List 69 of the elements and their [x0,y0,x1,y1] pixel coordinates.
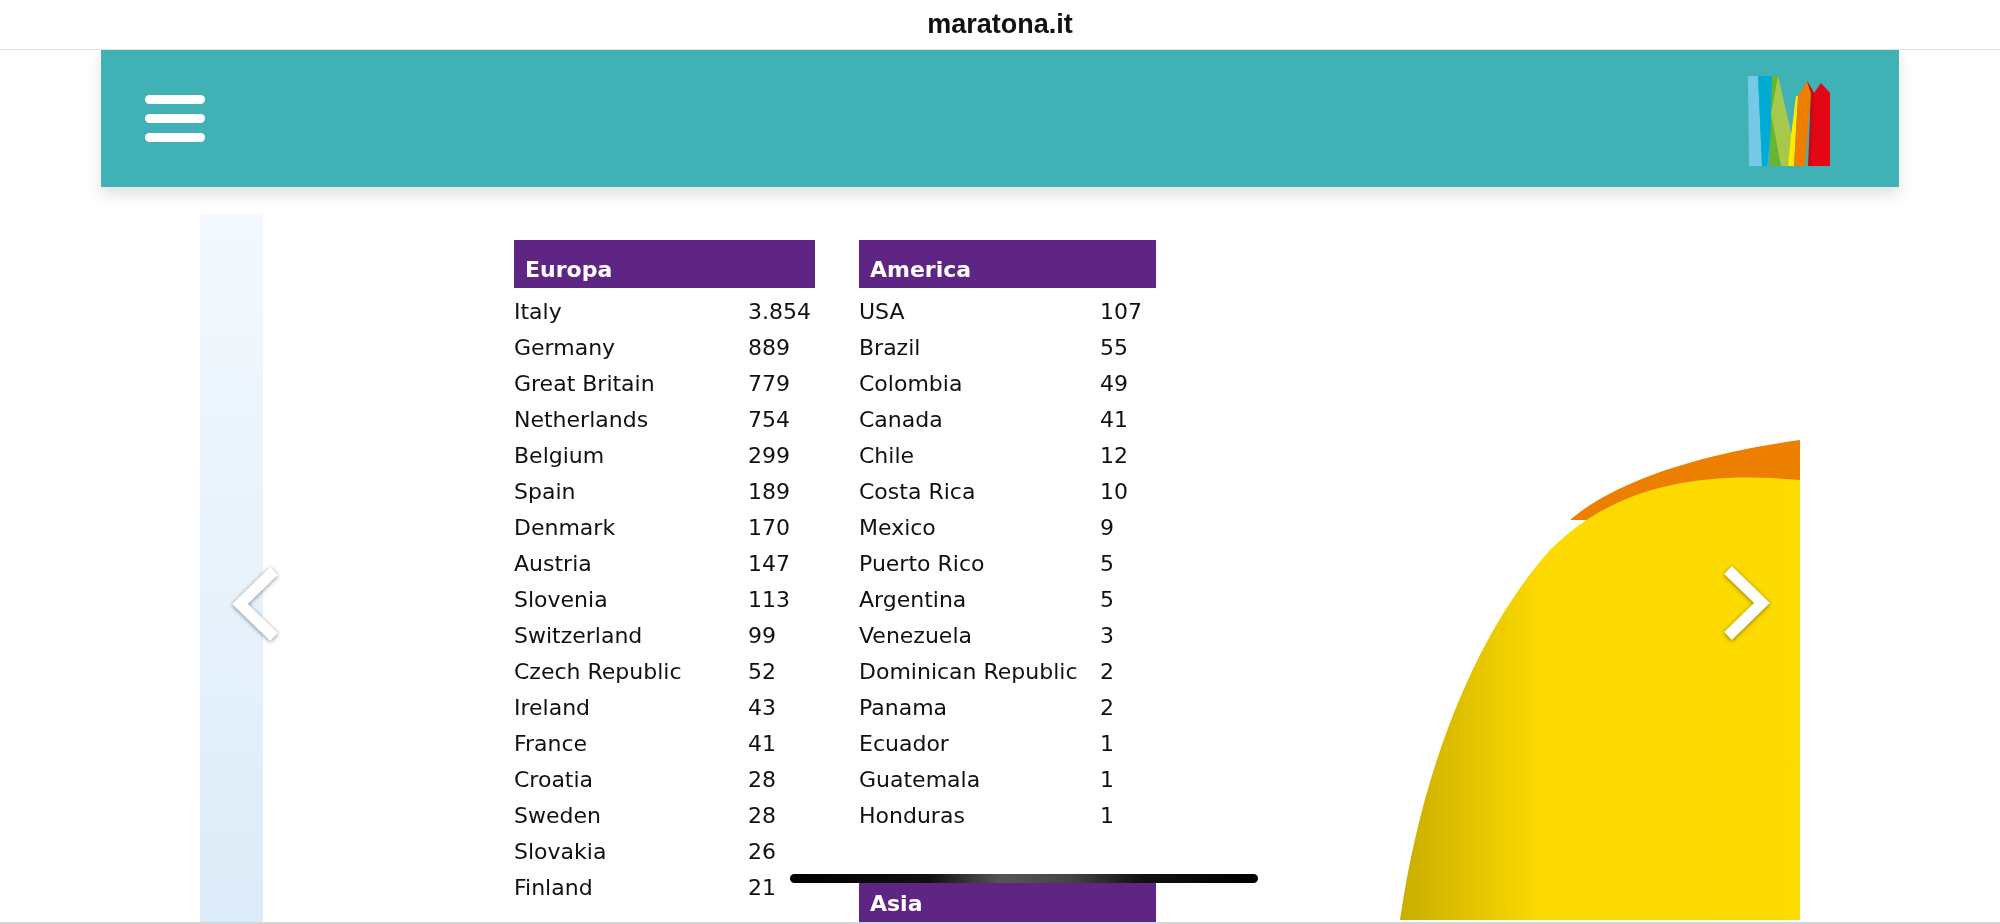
country-name: Ireland [514,694,592,722]
address-text[interactable]: maratona.it [927,9,1073,40]
country-name: Dominican Republic [859,658,1079,686]
country-name: Canada [859,406,944,434]
menu-icon[interactable] [145,93,205,144]
runner-count: 170 [748,514,791,542]
runner-count: 107 [1100,298,1143,326]
runner-count: 3 [1100,622,1115,650]
runner-count: 1 [1100,802,1115,830]
country-name: Chile [859,442,916,470]
country-name: Czech Republic [514,658,683,686]
runner-count: 147 [748,550,791,578]
runner-count: 41 [1100,406,1129,434]
country-name: Slovenia [514,586,609,614]
runner-count: 12 [1100,442,1129,470]
country-name: Austria [514,550,593,578]
country-name: Finland [514,874,594,902]
runner-count: 5 [1100,586,1115,614]
runner-count: 2 [1100,658,1115,686]
runner-count: 113 [748,586,791,614]
country-name: Great Britain [514,370,656,398]
runner-count: 49 [1100,370,1129,398]
runner-count: 52 [748,658,777,686]
runner-count: 299 [748,442,791,470]
runner-count: 26 [748,838,777,866]
country-name: Panama [859,694,949,722]
runner-count: 28 [748,766,777,794]
table-heading: America [859,240,1156,288]
country-name: Belgium [514,442,606,470]
runner-count: 779 [748,370,791,398]
country-name: Brazil [859,334,922,362]
runner-count: 3.854 [748,298,812,326]
logo-icon[interactable] [1748,75,1832,166]
country-name: Slovakia [514,838,608,866]
country-name: Switzerland [514,622,644,650]
runner-count: 41 [748,730,777,758]
runner-count: 55 [1100,334,1129,362]
runner-count: 1 [1100,730,1115,758]
country-name: USA [859,298,906,326]
runner-count: 9 [1100,514,1115,542]
runner-count: 21 [748,874,777,902]
runner-count: 10 [1100,478,1129,506]
runner-count: 28 [748,802,777,830]
country-name: Costa Rica [859,478,977,506]
country-name: France [514,730,589,758]
country-name: Colombia [859,370,964,398]
runner-count: 189 [748,478,791,506]
country-name: Spain [514,478,577,506]
country-name: Honduras [859,802,966,830]
country-name: Netherlands [514,406,650,434]
country-name: Sweden [514,802,602,830]
country-name: Denmark [514,514,617,542]
runner-count: 99 [748,622,777,650]
runner-count: 2 [1100,694,1115,722]
country-name: Venezuela [859,622,973,650]
runner-count: 43 [748,694,777,722]
country-name: Argentina [859,586,968,614]
country-name: Mexico [859,514,937,542]
runner-count: 5 [1100,550,1115,578]
country-name: Ecuador [859,730,950,758]
country-name: Puerto Rico [859,550,986,578]
runner-count: 1 [1100,766,1115,794]
country-name: Germany [514,334,617,362]
runner-count: 754 [748,406,791,434]
country-name: Croatia [514,766,595,794]
table-heading: Europa [514,240,815,288]
country-name: Guatemala [859,766,982,794]
country-name: Italy [514,298,563,326]
runner-count: 889 [748,334,791,362]
